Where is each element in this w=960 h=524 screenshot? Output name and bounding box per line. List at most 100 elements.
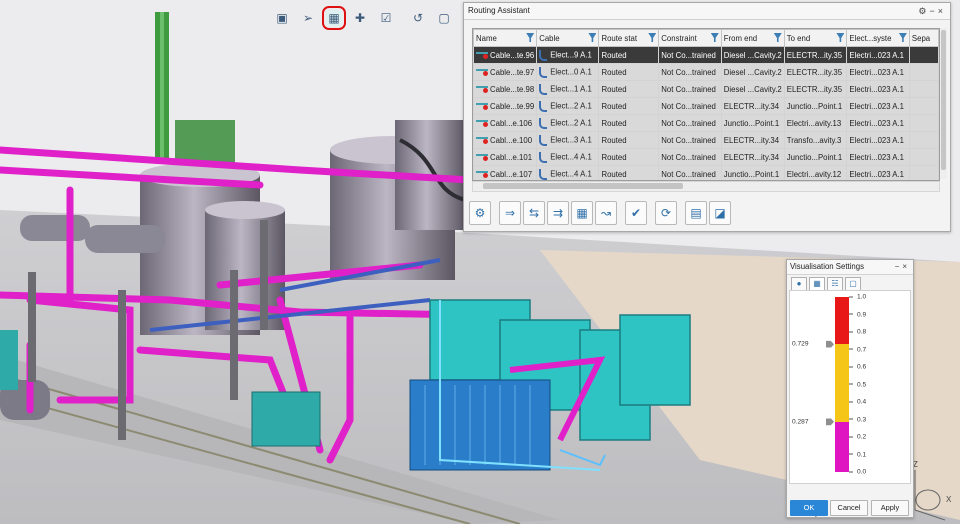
cell-text: Routed: [601, 169, 627, 179]
column-header[interactable]: Sepa: [908, 29, 939, 47]
panel-title-bar[interactable]: Routing Assistant ⚙−×: [464, 3, 950, 20]
split-icon[interactable]: ↝: [595, 201, 617, 225]
cable-icon: [539, 100, 548, 112]
panel-controls[interactable]: ⚙−×: [918, 3, 946, 19]
refresh-icon[interactable]: ⟳: [655, 201, 677, 225]
color-icon[interactable]: ▦: [809, 277, 825, 291]
table-cell-name: Cable...te.96: [473, 46, 538, 64]
report-icon[interactable]: ▤: [685, 201, 707, 225]
compass-x-label: X: [946, 495, 952, 504]
scale-ticks: 1.0 0.9 0.8 0.7 0.6 0.5 0.4 0.3 0.2 0.1 0.0: [849, 294, 899, 476]
vertical-scrollbar[interactable]: [940, 28, 947, 179]
cell-text: Routed: [601, 135, 627, 145]
fill-icon[interactable]: ▦: [571, 201, 593, 225]
horizontal-scrollbar[interactable]: [472, 181, 940, 192]
table-cell-route: Routed: [598, 165, 660, 180]
table-cell-system: Electri...023 A.1: [846, 114, 910, 132]
view-icon[interactable]: ▣: [274, 10, 290, 26]
cable-table: Name Cable Route stat Constraint From end To …: [472, 28, 940, 181]
table-cell-to: Junctio...Point.1: [783, 97, 848, 115]
table-cell-system: Electri...023 A.1: [846, 148, 910, 166]
scale-tick-label: 0.3: [849, 416, 866, 423]
filter-icon[interactable]: [710, 33, 719, 42]
cell-text: ELECTR...ity.35: [786, 67, 843, 77]
routing-actions-toolbar: ⚙ ⇒ ⇆ ⇉ ▦ ↝ ✔ ⟳ ▤ ◪: [469, 201, 731, 225]
filter-icon[interactable]: [648, 33, 657, 42]
table-row[interactable]: Cable...te.97 Elect...0 A.1 Routed Not Co..…: [473, 63, 939, 81]
column-header-label: From end: [723, 33, 758, 43]
table-cell-separation: [908, 114, 939, 132]
table-cell-name: Cable...te.99: [473, 97, 538, 115]
panel-controls[interactable]: −×: [895, 260, 910, 274]
cell-text: Electri...023 A.1: [849, 50, 905, 60]
column-header[interactable]: Name: [473, 29, 538, 47]
column-header[interactable]: To end: [783, 29, 848, 47]
table-cell-cable: Elect...1 A.1: [536, 80, 600, 98]
cell-text: Diesel ...Cavity.2: [723, 84, 782, 94]
reroute-icon[interactable]: ⇆: [523, 201, 545, 225]
cell-text: Routed: [601, 84, 627, 94]
validate-icon[interactable]: ✔: [625, 201, 647, 225]
filter-icon[interactable]: [836, 33, 845, 42]
cell-text: Electri...avity.12: [786, 169, 842, 179]
scale-tick-label: 1.0: [849, 294, 866, 301]
column-header-label: Name: [476, 33, 497, 43]
visualisation-settings-panel: Visualisation Settings −× ● ▦ ☵ ▢ 1.0 0.9…: [786, 259, 914, 519]
chart-icon[interactable]: ☵: [827, 277, 843, 291]
column-header[interactable]: Cable: [536, 29, 600, 47]
route-grid-icon[interactable]: ✚: [352, 10, 368, 26]
ok-button[interactable]: OK: [790, 500, 828, 516]
table-row[interactable]: Cable...te.96 Elect...9 A.1 Routed Not Co..…: [473, 46, 939, 64]
column-header[interactable]: Route stat: [598, 29, 660, 47]
table-cell-route: Routed: [598, 63, 660, 81]
cell-text: Junctio...Point.1: [723, 169, 780, 179]
cell-text: Not Co...trained: [661, 84, 716, 94]
cell-text: Cable...te.99: [490, 101, 535, 111]
table-cell-from: ELECTR...ity.34: [720, 148, 785, 166]
table-cell-name: Cabl...e.101: [473, 148, 538, 166]
table-cell-route: Routed: [598, 97, 660, 115]
routing-assistant-title: Routing Assistant: [468, 6, 530, 15]
table-row[interactable]: Cabl...e.106 Elect...2 A.1 Routed Not Co...…: [473, 114, 939, 132]
part-icon[interactable]: ▢: [436, 10, 452, 26]
table-cell-from: ELECTR...ity.34: [720, 97, 785, 115]
export-icon[interactable]: ◪: [709, 201, 731, 225]
filter-icon[interactable]: [588, 33, 597, 42]
table-row[interactable]: Cabl...e.107 Elect...4 A.1 Routed Not Co...…: [473, 165, 939, 180]
filter-icon[interactable]: [898, 33, 907, 42]
panel-title-bar[interactable]: Visualisation Settings −×: [787, 260, 913, 275]
filter-icon[interactable]: [773, 33, 782, 42]
table-cell-route: Routed: [598, 80, 660, 98]
table-cell-cable: Elect...9 A.1: [536, 46, 600, 64]
table-cell-route: Routed: [598, 46, 660, 64]
table-row[interactable]: Cabl...e.100 Elect...3 A.1 Routed Not Co...…: [473, 131, 939, 149]
column-header-label: To end: [786, 33, 811, 43]
cancel-button[interactable]: Cancel: [830, 500, 868, 516]
section-icon[interactable]: ▢: [845, 277, 861, 291]
table-row[interactable]: Cabl...e.101 Elect...4 A.1 Routed Not Co...…: [473, 148, 939, 166]
filter-icon[interactable]: [526, 33, 535, 42]
threshold-slider-handle[interactable]: [826, 340, 834, 348]
unroute-icon[interactable]: ⇉: [547, 201, 569, 225]
table-cell-constraint: Not Co...trained: [658, 97, 722, 115]
column-header[interactable]: Elect...syste: [846, 29, 910, 47]
shield-check-icon[interactable]: ☑: [378, 10, 394, 26]
table-cell-name: Cable...te.97: [473, 63, 538, 81]
filter-icon[interactable]: ●: [791, 277, 807, 291]
cable-icon: [539, 168, 548, 180]
route-icon[interactable]: ⇒: [499, 201, 521, 225]
cable-route-icon: [476, 170, 488, 179]
apply-button[interactable]: Apply: [871, 500, 909, 516]
table-cell-to: ELECTR...ity.35: [783, 80, 848, 98]
table-cell-constraint: Not Co...trained: [658, 131, 722, 149]
table-row[interactable]: Cable...te.99 Elect...2 A.1 Routed Not Co..…: [473, 97, 939, 115]
hook-icon[interactable]: ↺: [410, 10, 426, 26]
column-header[interactable]: From end: [720, 29, 785, 47]
routing-assistant-icon[interactable]: ▦: [322, 6, 346, 30]
threshold-slider-handle[interactable]: [826, 418, 834, 426]
table-row[interactable]: Cable...te.98 Elect...1 A.1 Routed Not Co..…: [473, 80, 939, 98]
pointer-icon[interactable]: ➢: [300, 10, 316, 26]
configure-icon[interactable]: ⚙: [469, 201, 491, 225]
column-header[interactable]: Constraint: [658, 29, 722, 47]
table-cell-name: Cabl...e.100: [473, 131, 538, 149]
